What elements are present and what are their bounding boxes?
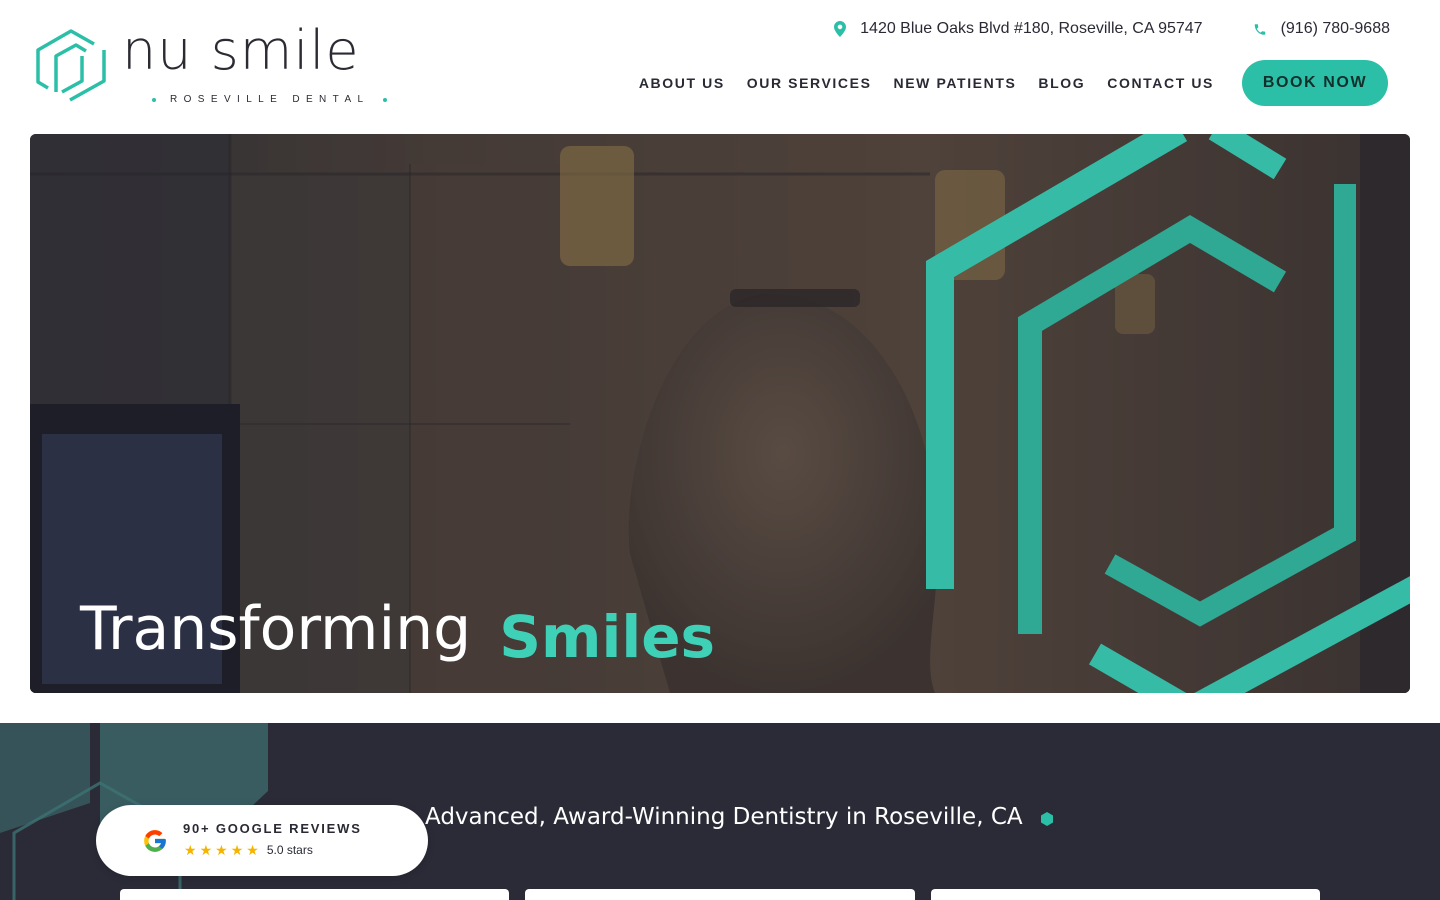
reviews-title: 90+ GOOGLE REVIEWS <box>183 821 362 836</box>
nav-our-services[interactable]: OUR SERVICES <box>747 75 872 91</box>
address-link[interactable]: 1420 Blue Oaks Blvd #180, Roseville, CA … <box>834 20 1203 38</box>
star-icon: ★ <box>230 842 244 858</box>
hexagon-logo-icon <box>36 29 106 102</box>
star-icon: ★ <box>199 842 213 858</box>
nav-contact-us[interactable]: CONTACT US <box>1107 75 1214 91</box>
dot-icon <box>152 97 156 102</box>
phone-link[interactable]: (916) 780-9688 <box>1253 20 1390 38</box>
logo-subtitle: ROSEVILLE DENTAL <box>138 94 401 105</box>
section-tagline: Advanced, Award-Winning Dentistry in Ros… <box>425 804 1023 830</box>
book-now-button[interactable]: BOOK NOW <box>1242 60 1388 106</box>
contact-bar: 1420 Blue Oaks Blvd #180, Roseville, CA … <box>784 20 1390 38</box>
star-rating: ★ ★ ★ ★ ★ 5.0 stars <box>184 843 313 857</box>
dot-icon <box>383 97 388 102</box>
google-icon <box>144 830 166 852</box>
nav-blog[interactable]: BLOG <box>1038 75 1085 91</box>
hexagon-bullet-icon <box>1041 812 1053 826</box>
site-logo[interactable]: nu smile ROSEVILLE DENTAL <box>34 19 388 110</box>
address-text: 1420 Blue Oaks Blvd #180, Roseville, CA … <box>860 20 1203 37</box>
hero-title: Transforming Smiles <box>80 594 715 671</box>
feature-card[interactable] <box>525 889 915 900</box>
star-icon: ★ <box>246 842 259 858</box>
hero-banner: Transforming Smiles <box>30 134 1410 693</box>
nav-about-us[interactable]: ABOUT US <box>639 75 725 91</box>
rating-text: 5.0 stars <box>266 843 313 857</box>
feature-card[interactable] <box>120 889 509 900</box>
hero-title-part1: Transforming <box>80 594 472 664</box>
star-icon: ★ <box>215 842 228 858</box>
hero-title-part2: Smiles <box>499 603 716 671</box>
phone-text: (916) 780-9688 <box>1280 20 1390 37</box>
feature-card[interactable] <box>931 889 1320 900</box>
site-header: nu smile ROSEVILLE DENTAL 1420 Blue Oaks… <box>0 0 1440 134</box>
map-pin-icon <box>834 21 847 37</box>
logo-subtitle-text: ROSEVILLE DENTAL <box>170 94 370 105</box>
phone-icon <box>1254 23 1265 35</box>
nav-new-patients[interactable]: NEW PATIENTS <box>894 75 1017 91</box>
google-reviews-badge[interactable]: 90+ GOOGLE REVIEWS ★ ★ ★ ★ ★ 5.0 stars <box>96 805 428 876</box>
logo-wordmark: nu smile <box>122 19 360 82</box>
star-icon: ★ <box>184 842 197 858</box>
main-nav: ABOUT US OUR SERVICES NEW PATIENTS BLOG … <box>617 60 1388 106</box>
